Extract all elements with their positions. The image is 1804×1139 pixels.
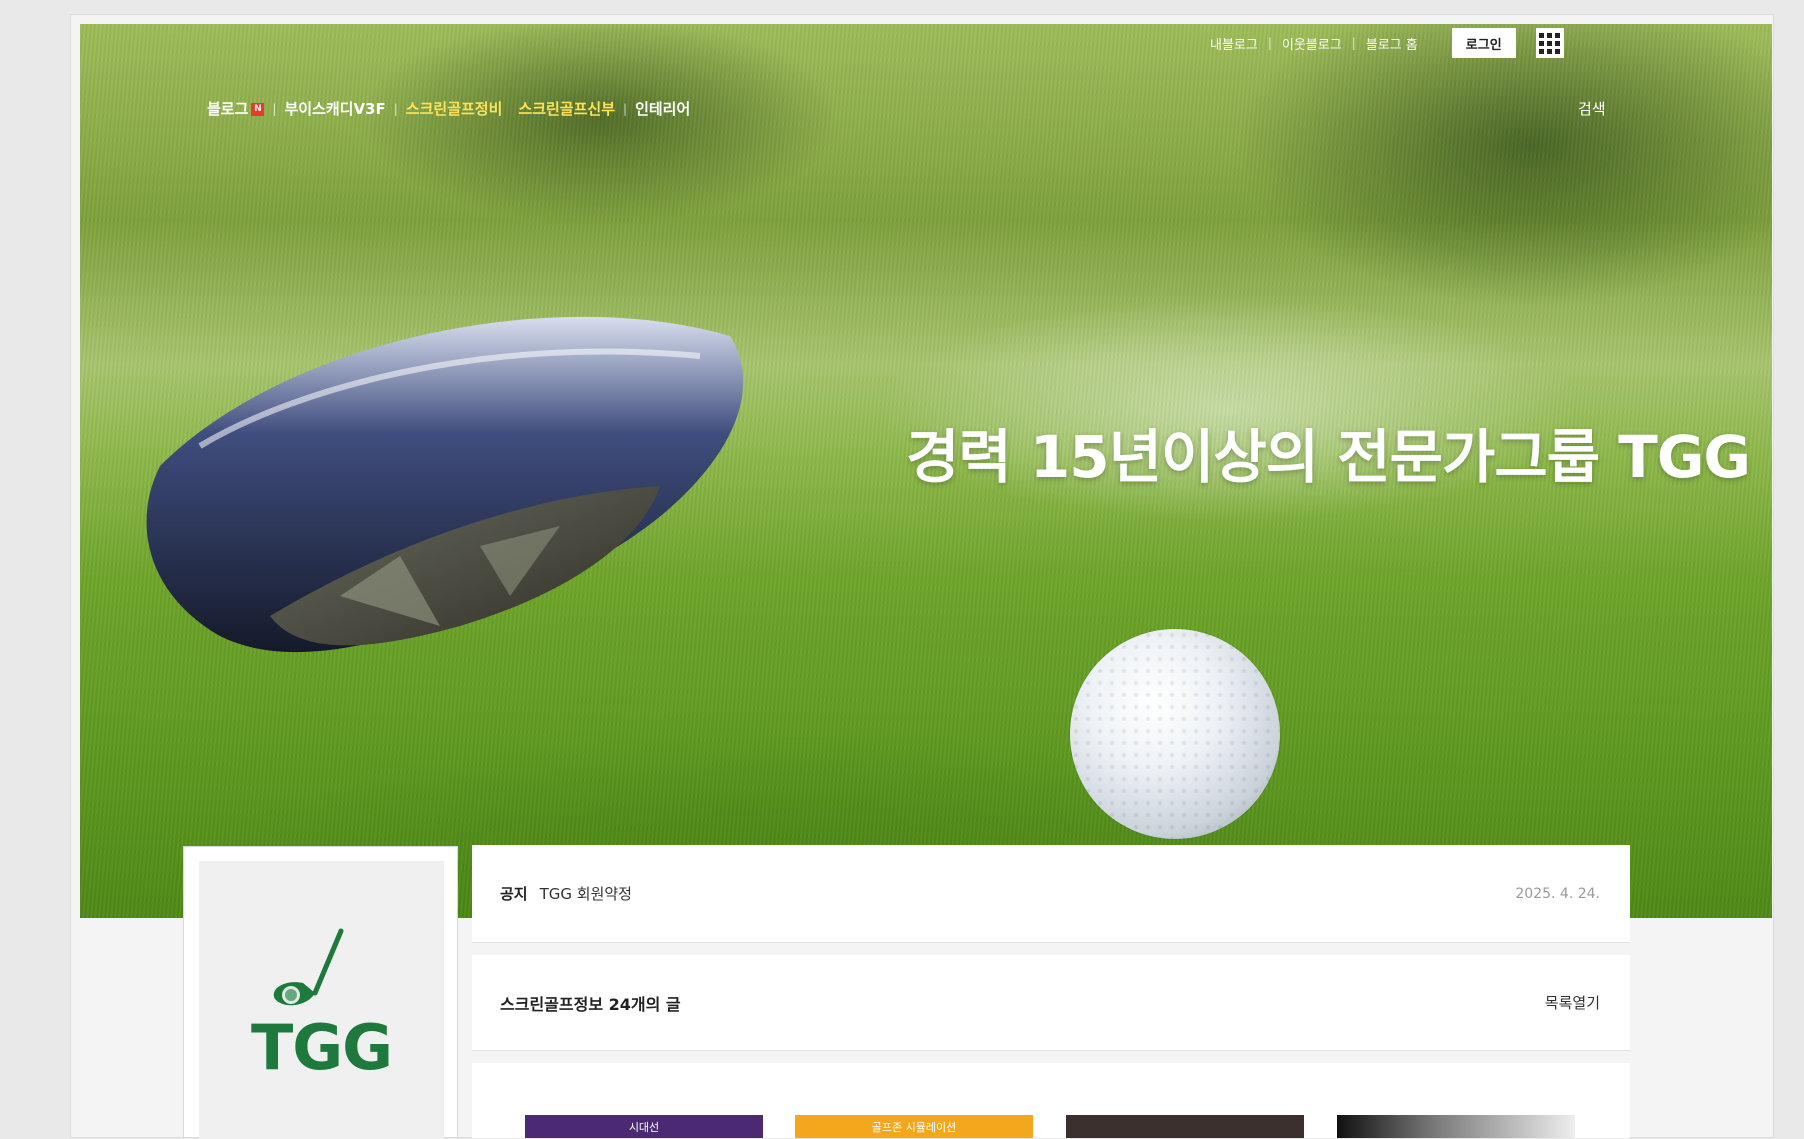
hero-banner: 경력 15년이상의 전문가그룹 TGG — [80, 24, 1772, 918]
login-button[interactable]: 로그인 — [1451, 28, 1516, 58]
category-nav: 블로그 N | 부이스캐디V3F | 스크린골프정비 스크린골프신부 | 인테리어 — [207, 98, 690, 119]
board-title: 스크린골프정보 24개의 글 — [500, 994, 681, 1014]
divider: | — [623, 101, 628, 116]
list-toggle-link[interactable]: 목록열기 — [1545, 992, 1600, 1013]
board-header: 스크린골프정보 24개의 글 목록열기 — [472, 955, 1630, 1051]
hero-title: 경력 15년이상의 전문가그룹 TGG — [906, 423, 1751, 491]
divider: | — [272, 101, 277, 116]
search-link[interactable]: 검색 — [1578, 98, 1606, 119]
category-screen-golf-repair[interactable]: 스크린골프정비 — [406, 98, 503, 119]
golf-club-icon — [146, 316, 744, 653]
notice-title-link[interactable]: TGG 회원약정 — [540, 883, 632, 904]
category-blog[interactable]: 블로그 N — [207, 98, 265, 119]
divider: | — [1267, 36, 1272, 50]
grid-apps-icon[interactable] — [1535, 28, 1564, 58]
profile-card: TGG — [183, 846, 458, 1139]
my-blog-link[interactable]: 내블로그 — [1210, 34, 1258, 53]
golf-ball-icon — [1070, 629, 1280, 839]
post-thumbnail[interactable] — [1337, 1115, 1575, 1138]
category-screen-golf-new[interactable]: 스크린골프신부 — [518, 98, 615, 119]
post-thumbnail[interactable]: 골프존 시뮬레이션 — [795, 1115, 1033, 1138]
post-thumbnail-grid: 시대선 골프존 시뮬레이션 — [472, 1063, 1630, 1138]
notice-label: 공지 — [500, 885, 528, 903]
category-label: 블로그 — [207, 100, 249, 118]
thumbnail-caption: 시대선 — [628, 1121, 660, 1134]
post-thumbnail[interactable] — [1066, 1115, 1304, 1138]
notice-date: 2025. 4. 24. — [1515, 885, 1600, 902]
golf-logo-icon — [273, 928, 344, 1006]
neighbor-blog-link[interactable]: 이웃블로그 — [1282, 34, 1342, 53]
divider: | — [1351, 36, 1356, 50]
blog-home-link[interactable]: 블로그 홈 — [1366, 34, 1418, 53]
divider: | — [393, 101, 398, 116]
top-utility-bar: 내블로그 | 이웃블로그 | 블로그 홈 로그인 — [1210, 28, 1564, 58]
category-interior[interactable]: 인테리어 — [635, 98, 690, 119]
logo-text: TGG — [250, 1011, 393, 1084]
notice-bar: 공지 TGG 회원약정 2025. 4. 24. — [472, 845, 1630, 943]
category-buiscaddie[interactable]: 부이스캐디V3F — [284, 98, 385, 119]
new-badge: N — [251, 103, 265, 116]
profile-image[interactable]: TGG — [199, 861, 444, 1139]
thumbnail-caption: 골프존 시뮬레이션 — [871, 1121, 957, 1134]
post-thumbnail[interactable]: 시대선 — [525, 1115, 763, 1138]
